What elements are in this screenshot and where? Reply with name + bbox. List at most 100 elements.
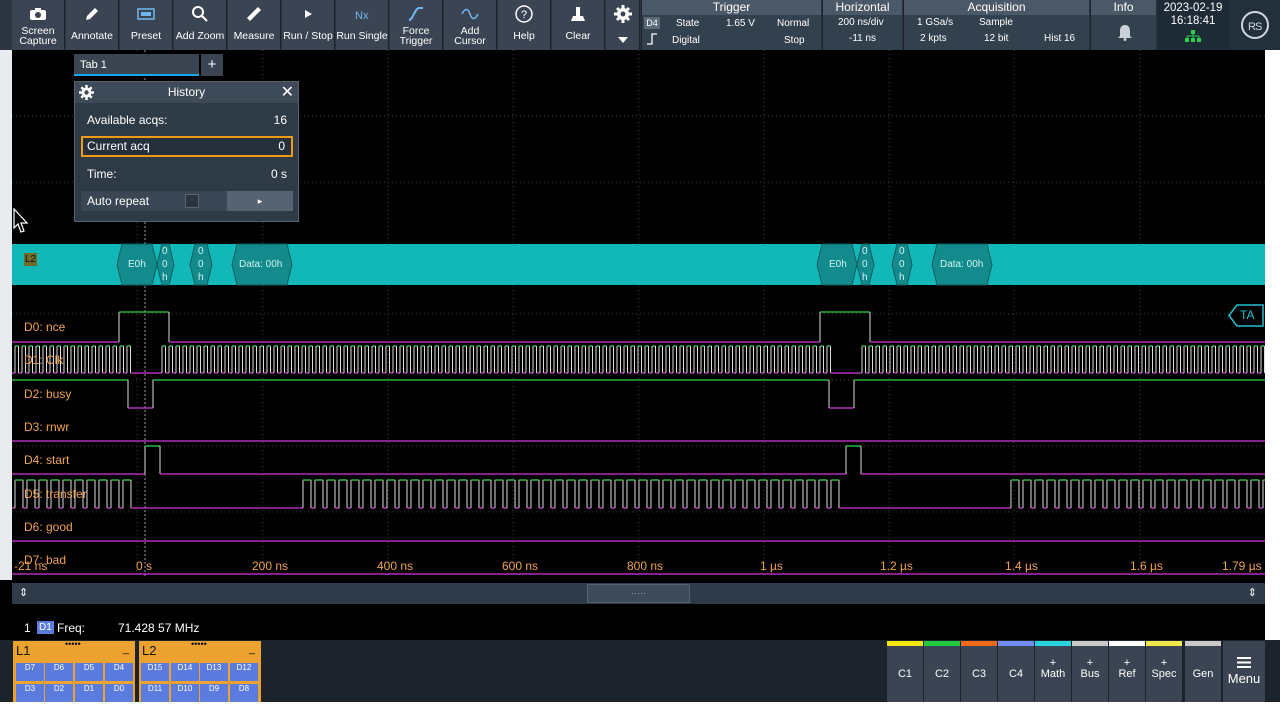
acquisition-panel[interactable]: Acquisition 1 GSa/s Sample 2 kpts 12 bit… xyxy=(903,0,1089,50)
logic-bit-d9[interactable]: D9 xyxy=(200,684,228,702)
logic-bit-d8[interactable]: D8 xyxy=(230,684,258,702)
logic-bit-d0[interactable]: D0 xyxy=(105,684,133,702)
time-label: 16:18:41 xyxy=(1170,15,1216,27)
available-acqs-row: Available acqs: 16 xyxy=(87,113,287,127)
run-stop-button[interactable]: Run / Stop xyxy=(282,0,335,50)
add-spec-button[interactable]: + Spec xyxy=(1146,641,1182,703)
group-handle-icon: ••••• xyxy=(191,639,207,649)
horizontal-panel[interactable]: Horizontal 200 ns/div -11 ns xyxy=(822,0,902,50)
history-play-button[interactable]: ▸ xyxy=(227,191,293,211)
close-icon[interactable]: ✕ xyxy=(281,82,294,103)
x-tick-label: -21 ns xyxy=(14,559,48,573)
channel-label-d5[interactable]: D5: transfer xyxy=(24,487,87,501)
add-math-button[interactable]: + Math xyxy=(1035,641,1071,703)
measurement-index: 1 xyxy=(24,621,31,635)
channel-label-d3[interactable]: D3: rnwr xyxy=(24,420,69,434)
bus-frame-label: 0 0 h xyxy=(899,246,905,283)
auto-repeat-checkbox[interactable] xyxy=(185,194,199,208)
clear-button[interactable]: Clear xyxy=(552,0,605,50)
help-button[interactable]: ? Help xyxy=(498,0,551,50)
add-bus-button[interactable]: + Bus xyxy=(1072,641,1108,703)
horizontal-position: -11 ns xyxy=(849,33,877,44)
logic-bit-d10[interactable]: D10 xyxy=(171,684,199,702)
window-bottom-strip xyxy=(0,702,1280,709)
logic-bit-d2[interactable]: D2 xyxy=(45,684,73,702)
hamburger-icon xyxy=(1223,656,1265,671)
left-edge-strip xyxy=(0,50,12,580)
add-cursor-button[interactable]: Add Cursor xyxy=(444,0,497,50)
mouse-pointer-icon xyxy=(13,207,29,239)
channel-label-d2[interactable]: D2: busy xyxy=(24,387,71,401)
preset-button[interactable]: Preset xyxy=(120,0,173,50)
x-tick-label: 1.2 µs xyxy=(880,559,913,573)
svg-text:?: ? xyxy=(521,9,527,21)
auto-repeat-row: Auto repeat ▸ xyxy=(81,191,293,211)
logic-bit-d15[interactable]: D15 xyxy=(141,663,169,681)
rohde-schwarz-logo: RS xyxy=(1229,0,1280,50)
gear-icon xyxy=(611,4,635,24)
logic-bit-d1[interactable]: D1 xyxy=(75,684,103,702)
annotate-button[interactable]: Annotate xyxy=(66,0,119,50)
clear-icon xyxy=(566,4,590,24)
trigger-edge-icon xyxy=(646,33,658,48)
horizontal-scale: 200 ns/div xyxy=(838,17,884,28)
measure-button[interactable]: Measure xyxy=(228,0,281,50)
logic-bit-d5[interactable]: D5 xyxy=(75,663,103,681)
x-tick-label: 1.4 µs xyxy=(1005,559,1038,573)
network-icon xyxy=(1157,30,1229,46)
logic-bit-d7[interactable]: D7 xyxy=(16,663,44,681)
trigger-type: State xyxy=(676,18,700,29)
add-zoom-button[interactable]: Add Zoom xyxy=(174,0,227,50)
channel-button-c2[interactable]: C2 xyxy=(924,641,960,703)
svg-text:S: S xyxy=(1255,21,1262,33)
logic-bit-d11[interactable]: D11 xyxy=(141,684,169,702)
info-panel[interactable]: Info xyxy=(1090,0,1156,50)
measurement-result[interactable]: 1 D1 Freq: 71.428 57 MHz xyxy=(0,618,400,638)
add-tab-button[interactable]: + xyxy=(201,54,223,76)
menu-button[interactable]: Menu xyxy=(1223,641,1265,703)
trigger-panel[interactable]: Trigger D4 State 1.65 V Normal Digital S… xyxy=(641,0,821,50)
gear-icon[interactable] xyxy=(79,85,94,107)
logic-bit-d6[interactable]: D6 xyxy=(45,663,73,681)
logic-bit-d4[interactable]: D4 xyxy=(105,663,133,681)
settings-menu-button[interactable] xyxy=(606,0,640,50)
force-trigger-button[interactable]: Force Trigger xyxy=(390,0,443,50)
logic-bit-d12[interactable]: D12 xyxy=(230,663,258,681)
bus-frame-label: E0h xyxy=(829,259,847,270)
tab-1[interactable]: Tab 1 xyxy=(74,54,199,76)
history-count: Hist 16 xyxy=(1044,33,1076,44)
run-single-icon: Nx xyxy=(350,4,374,24)
channel-label-d1[interactable]: D1: Clk xyxy=(24,353,63,367)
bus-frame-label: 0 0 h xyxy=(162,246,168,283)
splitter-handle[interactable]: ····· xyxy=(587,584,690,603)
x-tick-label: 1.6 µs xyxy=(1130,559,1163,573)
trigger-marker[interactable]: TA xyxy=(1228,304,1264,327)
current-acq-field[interactable]: Current acq 0 xyxy=(81,136,293,157)
logic-bit-d14[interactable]: D14 xyxy=(171,663,199,681)
acq-mode: Sample xyxy=(979,17,1013,28)
trigger-mode: Normal xyxy=(777,18,810,29)
x-tick-label: 1 µs xyxy=(760,559,783,573)
run-single-button[interactable]: Nx Run Single xyxy=(336,0,389,50)
channel-label-d4[interactable]: D4: start xyxy=(24,453,69,467)
expand-arrows-icon[interactable]: ⇕ xyxy=(1248,586,1257,599)
datetime-display: 2023-02-19 16:18:41 xyxy=(1157,0,1229,50)
force-trigger-icon xyxy=(404,4,428,24)
history-dialog: History ✕ Available acqs: 16 Current acq… xyxy=(74,81,299,222)
channel-button-c1[interactable]: C1 xyxy=(887,641,923,703)
add-ref-button[interactable]: + Ref xyxy=(1109,641,1145,703)
minimize-icon: _ xyxy=(122,643,129,655)
channel-button-c3[interactable]: C3 xyxy=(961,641,997,703)
logic-bit-d3[interactable]: D3 xyxy=(16,684,44,702)
screen-capture-button[interactable]: Screen Capture xyxy=(12,0,65,50)
pencil-icon xyxy=(80,4,104,24)
channel-label-d0[interactable]: D0: nce xyxy=(24,320,65,334)
bus-frame-label: E0h xyxy=(128,259,146,270)
channel-label-d6[interactable]: D6: good xyxy=(24,520,73,534)
expand-arrows-icon[interactable]: ⇕ xyxy=(19,586,28,599)
generator-button[interactable]: Gen xyxy=(1185,641,1221,703)
sample-rate: 1 GSa/s xyxy=(917,17,954,28)
channel-button-c4[interactable]: C4 xyxy=(998,641,1034,703)
bus-label-l2[interactable]: L2 xyxy=(24,253,37,266)
logic-bit-d13[interactable]: D13 xyxy=(200,663,228,681)
